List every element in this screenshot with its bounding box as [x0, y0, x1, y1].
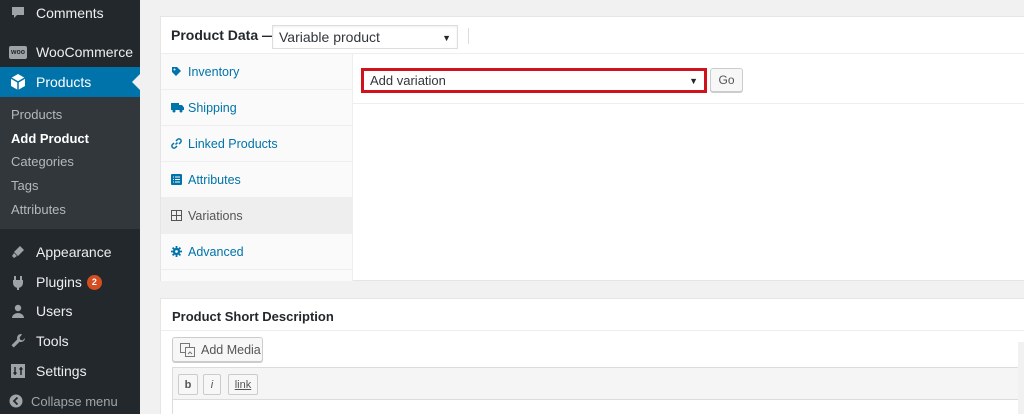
short-description-editor[interactable]: [172, 400, 1024, 414]
media-icon: [180, 342, 196, 357]
tab-advanced-label: Advanced: [188, 244, 244, 259]
tab-shipping[interactable]: Shipping: [161, 90, 352, 126]
list-icon: [171, 174, 188, 185]
quicktags-toolbar: b i link: [172, 367, 1024, 400]
add-media-button[interactable]: Add Media: [172, 337, 263, 362]
plug-icon: [0, 274, 36, 290]
menu-appearance-label: Appearance: [36, 244, 112, 260]
product-data-header: Product Data — Variable product ▼: [161, 17, 1024, 54]
plugins-update-badge: 2: [86, 274, 102, 290]
submenu-categories[interactable]: Categories: [11, 154, 74, 169]
gear-icon: [171, 246, 188, 257]
admin-sidebar: Comments woo WooCommerce Products Produc…: [0, 0, 140, 414]
submenu-add-product[interactable]: Add Product: [11, 131, 89, 146]
product-type-value: Variable product: [279, 29, 380, 45]
active-menu-arrow: [132, 74, 140, 90]
variation-action-select[interactable]: Add variation ▼: [361, 68, 707, 93]
menu-products-label: Products: [36, 74, 92, 90]
menu-comments[interactable]: Comments: [0, 0, 140, 28]
tab-linked-products[interactable]: Linked Products: [161, 126, 352, 162]
collapse-arrow-icon: [0, 394, 31, 408]
menu-woocommerce-label: WooCommerce: [36, 44, 133, 60]
submenu-tags[interactable]: Tags: [11, 178, 38, 193]
short-description-title: Product Short Description: [172, 309, 334, 324]
woocommerce-icon: woo: [0, 45, 36, 59]
menu-tools-label: Tools: [36, 333, 69, 349]
tab-variations-label: Variations: [188, 208, 243, 223]
product-type-select[interactable]: Variable product ▼: [272, 25, 458, 49]
dropdown-arrow-icon: ▼: [442, 33, 451, 43]
product-data-tabs: Inventory Shipping Linked Products Attri…: [161, 54, 353, 281]
tab-inventory[interactable]: Inventory: [161, 54, 352, 90]
wrench-icon: [0, 333, 36, 349]
comments-icon: [0, 5, 36, 21]
cube-icon: [0, 73, 36, 91]
tab-inventory-label: Inventory: [188, 64, 240, 79]
submenu-products[interactable]: Products: [11, 107, 62, 122]
grid-icon: [171, 210, 188, 221]
product-data-box: Product Data — Variable product ▼ Invent…: [160, 16, 1024, 281]
menu-settings[interactable]: Settings: [0, 356, 140, 386]
product-data-title: Product Data —: [171, 27, 277, 43]
add-media-label: Add Media: [201, 342, 261, 357]
menu-comments-label: Comments: [36, 5, 104, 21]
short-description-divider: [161, 330, 1024, 331]
menu-woocommerce[interactable]: woo WooCommerce: [0, 37, 140, 67]
submenu-attributes[interactable]: Attributes: [11, 202, 66, 217]
dropdown-arrow-icon: ▼: [689, 76, 698, 86]
products-submenu: Products Add Product Categories Tags Att…: [0, 97, 140, 229]
short-description-box: Product Short Description Add Media b i …: [160, 298, 1024, 414]
tab-variations[interactable]: Variations: [161, 198, 352, 234]
collapse-menu-label: Collapse menu: [31, 393, 118, 409]
menu-appearance[interactable]: Appearance: [0, 237, 140, 267]
tab-attributes[interactable]: Attributes: [161, 162, 352, 198]
truck-icon: [171, 102, 188, 113]
link-button[interactable]: link: [228, 374, 258, 395]
user-icon: [0, 303, 36, 319]
collapse-menu-button[interactable]: Collapse menu: [0, 390, 140, 412]
paintbrush-icon: [0, 244, 36, 260]
go-button[interactable]: Go: [710, 68, 743, 92]
variation-action-value: Add variation: [370, 73, 446, 88]
menu-products[interactable]: Products: [0, 67, 140, 97]
menu-users[interactable]: Users: [0, 296, 140, 326]
tab-advanced[interactable]: Advanced: [161, 234, 352, 270]
editor-scrollbar[interactable]: [1018, 342, 1024, 414]
bold-button[interactable]: b: [178, 374, 198, 395]
link-icon: [171, 138, 188, 149]
tag-icon: [171, 66, 188, 77]
menu-users-label: Users: [36, 303, 73, 319]
tab-linked-products-label: Linked Products: [188, 136, 278, 151]
settings-icon: [0, 363, 36, 379]
tab-shipping-label: Shipping: [188, 100, 237, 115]
italic-button[interactable]: i: [203, 374, 221, 395]
header-divider: [468, 28, 469, 44]
variations-toolbar: Add variation ▼ Go: [353, 54, 1024, 104]
tab-attributes-label: Attributes: [188, 172, 241, 187]
menu-settings-label: Settings: [36, 363, 87, 379]
menu-plugins[interactable]: Plugins 2: [0, 267, 140, 297]
menu-tools[interactable]: Tools: [0, 326, 140, 356]
menu-plugins-label: Plugins: [36, 274, 82, 290]
